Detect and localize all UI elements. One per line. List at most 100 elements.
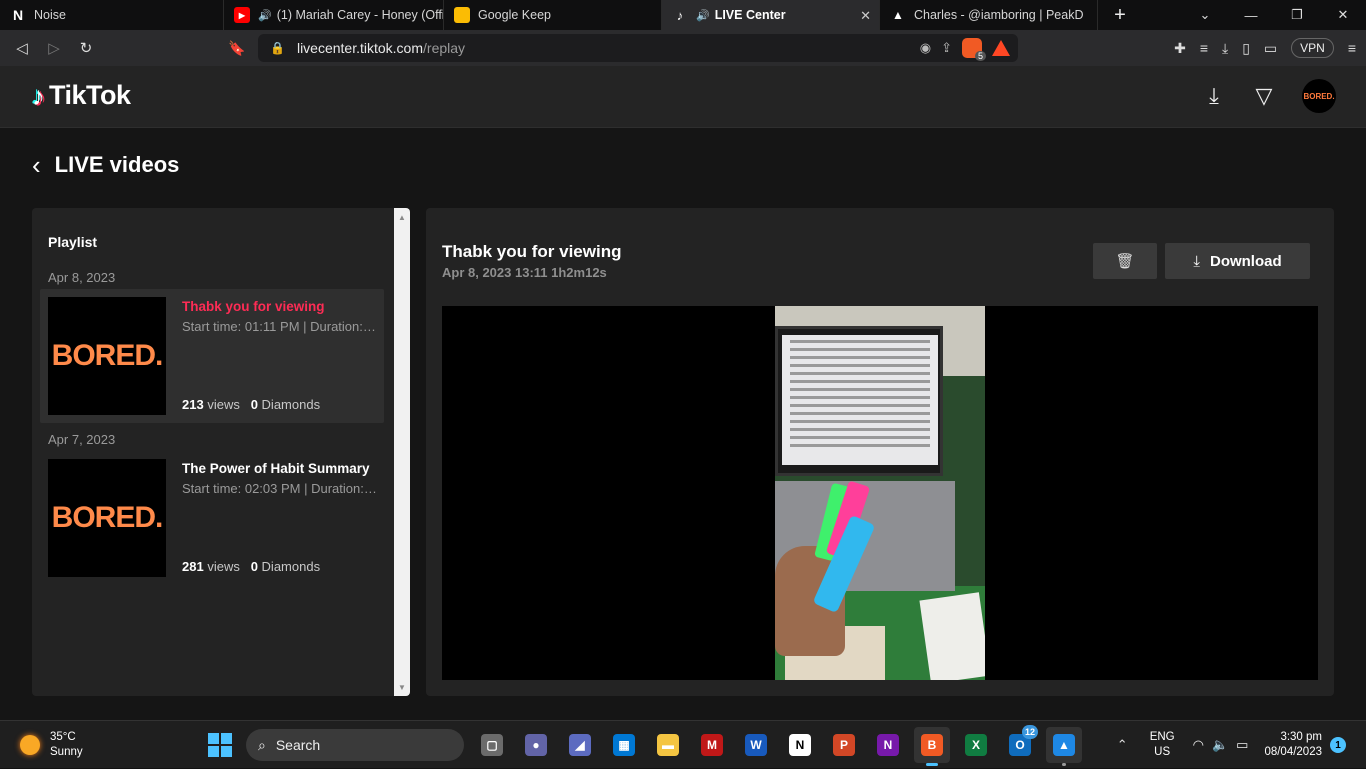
- forward-icon[interactable]: ▷: [38, 32, 70, 64]
- taskbar-app-photos[interactable]: ▲: [1046, 727, 1082, 766]
- lock-icon: 🔒: [270, 41, 285, 55]
- video-frame: [775, 306, 985, 680]
- downloads-icon[interactable]: ⤓: [1222, 40, 1228, 57]
- page-title: LIVE videos: [54, 152, 180, 177]
- download-button[interactable]: ⤓ Download: [1165, 243, 1310, 279]
- avatar[interactable]: BORED.: [1302, 79, 1336, 113]
- taskbar-app-powerpoint[interactable]: P: [826, 727, 862, 763]
- speaker-icon[interactable]: 🔊: [258, 9, 272, 22]
- taskbar-app-visual-studio[interactable]: ◢: [562, 727, 598, 763]
- share-icon[interactable]: ⇪: [941, 40, 952, 56]
- tiktok-note-icon: ♪: [32, 80, 45, 111]
- restore-icon[interactable]: ❐: [1274, 0, 1320, 30]
- bookmark-icon[interactable]: 🔖: [228, 40, 245, 57]
- search-label: Search: [275, 737, 321, 753]
- taskbar-app-onenote[interactable]: N: [870, 727, 906, 763]
- visual-studio-icon: ◢: [569, 734, 591, 756]
- brave-rewards-icon[interactable]: [992, 40, 1010, 56]
- taskbar-app-meet[interactable]: ●: [518, 727, 554, 763]
- tiktok-wordmark: TikTok: [49, 80, 131, 110]
- mcafee-icon: M: [701, 734, 723, 756]
- taskbar-app-excel[interactable]: X: [958, 727, 994, 763]
- scroll-down-icon[interactable]: ▼: [394, 680, 410, 694]
- tiktok-header: ♪ TikTok ⤓ ▽ BORED.: [0, 66, 1366, 128]
- diamonds-count: 0: [250, 397, 258, 412]
- brave-icon: B: [921, 734, 943, 756]
- back-icon[interactable]: ◁: [6, 32, 38, 64]
- volume-icon[interactable]: 🔈: [1212, 737, 1228, 753]
- tab-noise[interactable]: N Noise: [0, 0, 224, 30]
- taskbar-app-word[interactable]: W: [738, 727, 774, 763]
- item-stats: 281 views 0 Diamonds: [182, 559, 320, 574]
- word-icon: W: [745, 734, 767, 756]
- taskbar-app-explorer[interactable]: ▬: [650, 727, 686, 763]
- tab-live-center[interactable]: ♪ 🔊 LIVE Center ✕: [662, 0, 880, 30]
- clock-time: 3:30 pm: [1280, 731, 1322, 743]
- chevron-up-icon[interactable]: ⌃: [1117, 737, 1128, 753]
- menu-icon[interactable]: ≡: [1348, 40, 1356, 56]
- taskbar-app-mcafee[interactable]: M: [694, 727, 730, 763]
- playlist-icon[interactable]: ≡: [1200, 40, 1208, 56]
- taskbar-app-task-view[interactable]: ▢: [474, 727, 510, 763]
- download-icon: ⤓: [1193, 252, 1200, 270]
- weather-widget[interactable]: 35°C Sunny: [20, 730, 83, 760]
- taskbar-app-brave[interactable]: B: [914, 727, 950, 766]
- lang-line1: ENG: [1149, 731, 1175, 743]
- peakd-icon: ▲: [892, 8, 904, 22]
- item-meta: Start time: 02:03 PM | Duration: 1h: [182, 481, 378, 496]
- speaker-icon[interactable]: 🔊: [696, 9, 710, 22]
- taskbar-app-outlook[interactable]: O 12: [1002, 725, 1038, 763]
- tab-youtube[interactable]: ▶ 🔊 (1) Mariah Carey - Honey (Offic: [224, 0, 444, 30]
- views-label: views: [207, 397, 240, 412]
- taskbar-search[interactable]: ⌕ Search: [246, 729, 464, 761]
- wifi-icon[interactable]: ◠: [1193, 737, 1204, 753]
- language-indicator[interactable]: ENG US: [1150, 730, 1175, 760]
- taskbar-apps: ▢ ● ◢ ▦ ▬ M W N P N B X O 12 ▲: [474, 725, 1082, 766]
- video-player[interactable]: [442, 306, 1318, 680]
- delete-button[interactable]: 🗑: [1093, 243, 1157, 279]
- notification-badge[interactable]: 1: [1330, 737, 1346, 753]
- clock-date: 08/04/2023: [1264, 746, 1322, 758]
- extensions-icon[interactable]: ✚: [1174, 40, 1186, 57]
- sidebar-icon[interactable]: ▯: [1242, 40, 1250, 57]
- taskbar-app-store[interactable]: ▦: [606, 727, 642, 763]
- tiktok-icon: ♪: [676, 7, 684, 23]
- brave-shields-icon[interactable]: 5: [962, 38, 986, 61]
- start-button[interactable]: [208, 733, 232, 757]
- store-icon: ▦: [613, 734, 635, 756]
- player-panel: Thabk you for viewing Apr 8, 2023 13:11 …: [426, 208, 1334, 696]
- playlist-scrollbar[interactable]: ▲ ▼: [394, 208, 410, 696]
- scroll-up-icon[interactable]: ▲: [394, 210, 410, 224]
- views-label: views: [207, 559, 240, 574]
- playlist-item[interactable]: BORED. The Power of Habit Summary Start …: [40, 451, 384, 585]
- download-label: Download: [1209, 252, 1282, 270]
- back-chevron-icon[interactable]: ‹: [32, 152, 41, 178]
- tiktok-logo[interactable]: ♪ TikTok: [32, 80, 131, 111]
- battery-icon[interactable]: ▭: [1236, 737, 1248, 753]
- download-app-icon[interactable]: ⤓: [1202, 83, 1226, 108]
- address-bar[interactable]: 🔒 livecenter.tiktok.com /replay ◉ ⇪ 5: [258, 34, 1018, 62]
- notion-icon: N: [789, 734, 811, 756]
- close-window-icon[interactable]: ✕: [1320, 0, 1366, 30]
- taskbar-app-notion[interactable]: N: [782, 727, 818, 763]
- item-title: The Power of Habit Summary: [182, 461, 370, 476]
- explorer-icon: ▬: [657, 734, 679, 756]
- new-tab-button[interactable]: +: [1098, 0, 1142, 30]
- playlist-item[interactable]: BORED. Thabk you for viewing Start time:…: [40, 289, 384, 423]
- tab-peakd[interactable]: ▲ Charles - @iamboring | PeakD: [880, 0, 1098, 30]
- filter-icon[interactable]: ▽: [1252, 83, 1276, 108]
- minimize-icon[interactable]: —: [1228, 0, 1274, 30]
- cast-icon[interactable]: ◉: [920, 40, 931, 56]
- tab-title: LIVE Center: [714, 8, 786, 22]
- weather-temp: 35°C: [50, 731, 76, 743]
- reload-icon[interactable]: ↻: [70, 32, 102, 64]
- tab-search-icon[interactable]: ⌄: [1182, 0, 1228, 30]
- wallet-icon[interactable]: ▭: [1264, 40, 1277, 57]
- clock[interactable]: 3:30 pm 08/04/2023: [1264, 730, 1322, 760]
- close-tab-icon[interactable]: ✕: [860, 8, 871, 24]
- trash-icon: 🗑: [1115, 253, 1135, 270]
- vpn-button[interactable]: VPN: [1291, 38, 1334, 58]
- live-center-content: ‹ LIVE videos Playlist Apr 8, 2023 BORED…: [0, 128, 1366, 720]
- tab-google-keep[interactable]: Google Keep: [444, 0, 662, 30]
- notion-icon: N: [12, 7, 24, 23]
